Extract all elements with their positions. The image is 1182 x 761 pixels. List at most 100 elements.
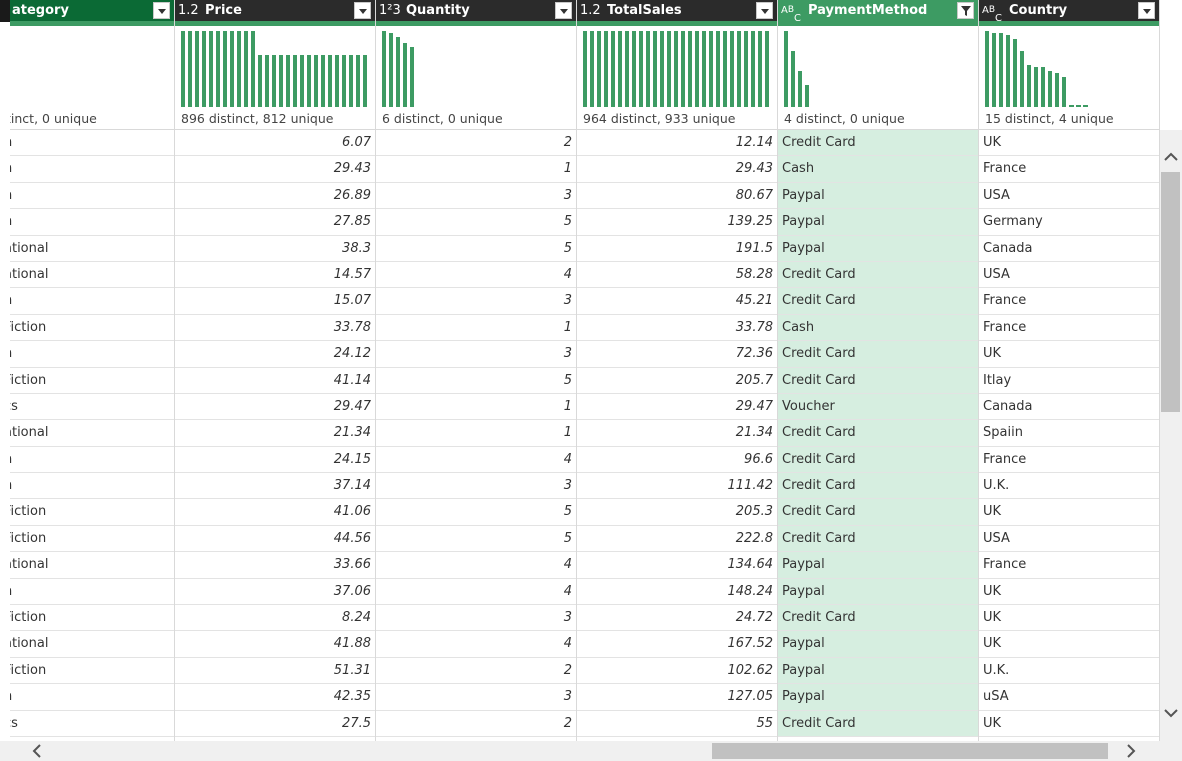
- table-cell[interactable]: 139.25: [577, 209, 777, 236]
- table-cell[interactable]: 41.06: [175, 499, 375, 526]
- table-cell[interactable]: n: [0, 579, 174, 606]
- table-cell[interactable]: 29.43: [175, 156, 375, 183]
- table-cell[interactable]: 12.14: [577, 130, 777, 157]
- table-cell[interactable]: 45.21: [577, 288, 777, 315]
- table-cell[interactable]: 5: [376, 526, 576, 553]
- column-header-totalsales[interactable]: 1.2 TotalSales: [577, 0, 777, 21]
- table-cell[interactable]: 148.24: [577, 579, 777, 606]
- table-cell[interactable]: 26.89: [175, 183, 375, 210]
- table-cell[interactable]: 111.42: [577, 473, 777, 500]
- table-cell[interactable]: Credit Card: [778, 525, 978, 553]
- table-cell[interactable]: Credit Card: [778, 710, 978, 737]
- table-cell[interactable]: Fiction: [0, 526, 174, 553]
- table-cell[interactable]: 6.07: [175, 130, 375, 157]
- table-cell[interactable]: Paypal: [778, 578, 978, 606]
- table-cell[interactable]: 205.3: [577, 499, 777, 526]
- table-cell[interactable]: n: [0, 156, 174, 183]
- table-cell[interactable]: Credit Card: [778, 130, 978, 157]
- column-header-country[interactable]: ABC Country: [979, 0, 1159, 21]
- table-cell[interactable]: 3: [376, 341, 576, 368]
- scroll-right-icon[interactable]: [1122, 742, 1140, 760]
- table-cell[interactable]: ational: [0, 552, 174, 579]
- table-cell[interactable]: Cash: [778, 314, 978, 342]
- table-cell[interactable]: UK: [979, 130, 1159, 157]
- table-cell[interactable]: USA: [979, 183, 1159, 210]
- table-cell[interactable]: n: [0, 473, 174, 500]
- column-dropdown-icon[interactable]: [555, 2, 572, 19]
- table-cell[interactable]: U.K.: [979, 658, 1159, 685]
- scroll-down-icon[interactable]: [1162, 704, 1180, 722]
- table-cell[interactable]: Credit Card: [778, 473, 978, 500]
- table-cell[interactable]: ational: [0, 631, 174, 658]
- table-cell[interactable]: UK: [979, 341, 1159, 368]
- table-cell[interactable]: USA: [979, 262, 1159, 289]
- table-cell[interactable]: Credit Card: [778, 261, 978, 289]
- table-cell[interactable]: Credit Card: [778, 367, 978, 394]
- table-cell[interactable]: U.K.: [979, 473, 1159, 500]
- filter-dropdown-icon[interactable]: [957, 2, 974, 19]
- table-cell[interactable]: 3: [376, 183, 576, 210]
- table-cell[interactable]: UK: [979, 579, 1159, 606]
- table-cell[interactable]: Fiction: [0, 658, 174, 685]
- table-cell[interactable]: cs: [0, 711, 174, 737]
- table-cell[interactable]: UK: [979, 631, 1159, 658]
- table-cell[interactable]: Spaiin: [979, 420, 1159, 447]
- table-cell[interactable]: 2: [376, 711, 576, 737]
- table-cell[interactable]: uSA: [979, 684, 1159, 711]
- column-dropdown-icon[interactable]: [1138, 2, 1155, 19]
- table-cell[interactable]: Canada: [979, 394, 1159, 421]
- column-type-icon[interactable]: 1²3: [379, 0, 401, 21]
- table-cell[interactable]: 29.47: [175, 394, 375, 421]
- table-cell[interactable]: 27.85: [175, 209, 375, 236]
- column-dropdown-icon[interactable]: [354, 2, 371, 19]
- horizontal-scroll-thumb[interactable]: [712, 743, 1108, 759]
- table-cell[interactable]: Credit Card: [778, 446, 978, 474]
- table-cell[interactable]: n: [0, 684, 174, 711]
- table-cell[interactable]: 5: [376, 209, 576, 236]
- table-cell[interactable]: n: [0, 288, 174, 315]
- table-cell[interactable]: 41.88: [175, 631, 375, 658]
- table-cell[interactable]: 37.06: [175, 579, 375, 606]
- table-cell[interactable]: 3: [376, 684, 576, 711]
- table-cell[interactable]: 3: [376, 473, 576, 500]
- table-cell[interactable]: Paypal: [778, 209, 978, 236]
- table-cell[interactable]: 191.5: [577, 236, 777, 262]
- table-cell[interactable]: 24.12: [175, 341, 375, 368]
- column-header-price[interactable]: 1.2 Price: [175, 0, 375, 21]
- table-cell[interactable]: 80.67: [577, 183, 777, 210]
- table-cell[interactable]: 4: [376, 552, 576, 579]
- table-cell[interactable]: 21.34: [175, 420, 375, 447]
- table-cell[interactable]: 24.15: [175, 447, 375, 474]
- table-cell[interactable]: France: [979, 156, 1159, 183]
- table-cell[interactable]: 167.52: [577, 631, 777, 658]
- table-cell[interactable]: Credit Card: [778, 420, 978, 447]
- table-cell[interactable]: 4: [376, 631, 576, 658]
- table-cell[interactable]: 2: [376, 658, 576, 685]
- table-cell[interactable]: 29.47: [577, 394, 777, 421]
- table-cell[interactable]: n: [0, 183, 174, 210]
- table-cell[interactable]: 41.14: [175, 368, 375, 394]
- vertical-scrollbar[interactable]: [1160, 130, 1182, 741]
- table-cell[interactable]: 37.14: [175, 473, 375, 500]
- table-cell[interactable]: 29.43: [577, 156, 777, 183]
- table-cell[interactable]: 1: [376, 420, 576, 447]
- table-cell[interactable]: ational: [0, 262, 174, 289]
- table-cell[interactable]: Paypal: [778, 182, 978, 210]
- column-type-icon[interactable]: 1.2: [580, 0, 601, 21]
- table-cell[interactable]: France: [979, 288, 1159, 315]
- table-cell[interactable]: Paypal: [778, 657, 978, 685]
- table-cell[interactable]: 58.28: [577, 262, 777, 289]
- table-cell[interactable]: 42.35: [175, 684, 375, 711]
- table-cell[interactable]: 8.24: [175, 605, 375, 632]
- table-cell[interactable]: 72.36: [577, 341, 777, 368]
- table-cell[interactable]: UK: [979, 711, 1159, 737]
- table-cell[interactable]: 24.72: [577, 605, 777, 632]
- column-dropdown-icon[interactable]: [756, 2, 773, 19]
- table-cell[interactable]: n: [0, 341, 174, 368]
- table-cell[interactable]: n: [0, 447, 174, 474]
- table-cell[interactable]: 33.78: [175, 315, 375, 342]
- table-cell[interactable]: France: [979, 552, 1159, 579]
- table-cell[interactable]: 33.66: [175, 552, 375, 579]
- table-cell[interactable]: 2: [376, 130, 576, 157]
- column-header-category[interactable]: ategory: [0, 0, 174, 21]
